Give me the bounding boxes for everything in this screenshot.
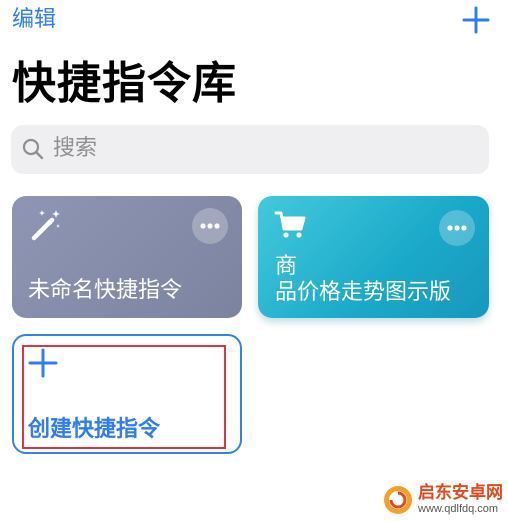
search-input[interactable]: 搜索 — [11, 125, 489, 174]
shortcut-card-price-chart[interactable]: 商 品价格走势图示版 — [258, 196, 489, 318]
shortcut-label-line: 商 — [275, 254, 298, 279]
more-options-button[interactable] — [439, 210, 475, 246]
search-icon — [22, 138, 44, 160]
edit-button[interactable]: 编辑 — [12, 4, 56, 36]
shortcut-label: 商 品价格走势图示版 — [275, 254, 475, 306]
ellipsis-icon — [447, 225, 467, 231]
more-options-button[interactable] — [192, 208, 228, 244]
watermark: 启东安卓网 www.qdlfdq.com — [380, 480, 508, 521]
shopping-cart-icon — [274, 211, 306, 238]
annotation-highlight-box — [22, 345, 226, 449]
shortcut-label: 未命名快捷指令 — [28, 278, 183, 303]
shortcut-label-line: 品价格走势图示版 — [275, 280, 452, 305]
watermark-name: 启东安卓网 — [418, 483, 503, 503]
search-placeholder: 搜索 — [53, 136, 98, 161]
watermark-url: www.qdlfdq.com — [418, 503, 499, 515]
shortcut-card-untitled[interactable]: 未命名快捷指令 — [12, 196, 242, 318]
magic-wand-icon — [31, 210, 60, 241]
add-shortcut-button[interactable] — [458, 4, 494, 36]
page-title: 快捷指令库 — [12, 58, 237, 109]
plus-icon — [462, 6, 490, 34]
watermark-logo-icon — [384, 486, 412, 514]
ellipsis-icon — [200, 223, 220, 229]
